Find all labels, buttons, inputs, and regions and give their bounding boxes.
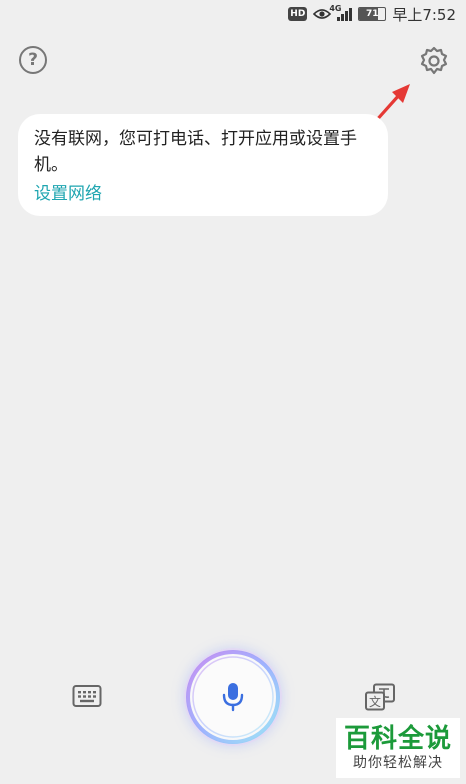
translate-button[interactable]: 文 bbox=[364, 683, 396, 711]
gear-icon bbox=[420, 46, 448, 75]
no-network-message: 没有联网，您可打电话、打开应用或设置手机。 bbox=[34, 129, 357, 175]
network-type: 4G bbox=[329, 4, 342, 13]
network-settings-link[interactable]: 设置网络 bbox=[34, 180, 102, 208]
microphone-icon bbox=[222, 683, 244, 712]
signal-icon: 4G bbox=[329, 4, 353, 21]
status-bar: HD 4G 71 早上7:52 bbox=[0, 0, 466, 28]
voice-input-button[interactable] bbox=[184, 648, 282, 746]
watermark-subtitle: 助你轻松解决 bbox=[353, 755, 443, 771]
keyboard-button[interactable] bbox=[72, 684, 102, 708]
keyboard-icon bbox=[72, 685, 102, 707]
settings-button[interactable] bbox=[418, 45, 450, 77]
watermark: 百科全说 助你轻松解决 bbox=[336, 718, 460, 778]
clock: 早上7:52 bbox=[392, 5, 456, 24]
battery-level: 71 bbox=[366, 9, 379, 19]
translate-glyph: 文 bbox=[369, 694, 381, 709]
hd-badge: HD bbox=[288, 7, 308, 21]
help-circle-icon: ? bbox=[28, 50, 38, 70]
translate-icon: 文 bbox=[365, 683, 395, 711]
help-button[interactable]: ? bbox=[19, 46, 47, 74]
assistant-message-card: 没有联网，您可打电话、打开应用或设置手机。 设置网络 bbox=[18, 114, 388, 216]
watermark-title: 百科全说 bbox=[343, 724, 452, 754]
battery-icon: 71 bbox=[358, 7, 387, 21]
